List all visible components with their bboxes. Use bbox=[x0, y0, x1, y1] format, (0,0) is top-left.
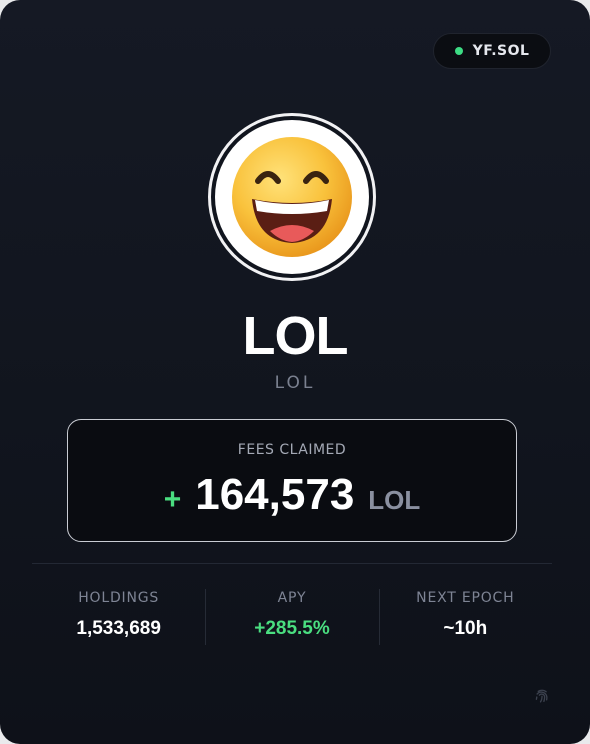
token-avatar bbox=[208, 113, 376, 281]
stat-next-epoch: NEXT EPOCH ~10h bbox=[378, 587, 552, 647]
network-badge[interactable]: YF.SOL bbox=[433, 33, 551, 69]
stat-label: NEXT EPOCH bbox=[416, 590, 515, 606]
network-badge-label: YF.SOL bbox=[472, 43, 530, 59]
stat-label: APY bbox=[277, 590, 307, 606]
stat-label: HOLDINGS bbox=[78, 590, 160, 606]
fees-amount: 164,573 bbox=[195, 470, 355, 519]
stat-holdings: HOLDINGS 1,533,689 bbox=[32, 587, 205, 647]
stat-value: ~10h bbox=[443, 618, 488, 639]
fees-claimed-value: + 164,573 LOL bbox=[68, 470, 516, 520]
stats-row: HOLDINGS 1,533,689 APY +285.5% NEXT EPOC… bbox=[32, 587, 552, 647]
stat-apy: APY +285.5% bbox=[205, 587, 378, 647]
stat-value: 1,533,689 bbox=[76, 618, 161, 639]
fingerprint-icon[interactable] bbox=[533, 688, 551, 706]
fees-sign: + bbox=[163, 483, 182, 516]
stat-value: +285.5% bbox=[254, 618, 330, 639]
divider bbox=[32, 563, 552, 564]
token-card: YF.SOL LOL LOL FEES CLAIMED + 164,573 LO… bbox=[0, 0, 590, 744]
avatar-inner bbox=[215, 120, 369, 274]
status-dot-icon bbox=[454, 47, 463, 55]
fees-unit: LOL bbox=[368, 485, 421, 515]
token-symbol: LOL bbox=[274, 373, 316, 393]
token-name: LOL bbox=[242, 306, 349, 366]
fees-claimed-panel: FEES CLAIMED + 164,573 LOL bbox=[67, 419, 517, 542]
fees-claimed-label: FEES CLAIMED bbox=[237, 442, 347, 458]
grinning-face-emoji-icon bbox=[232, 137, 352, 257]
